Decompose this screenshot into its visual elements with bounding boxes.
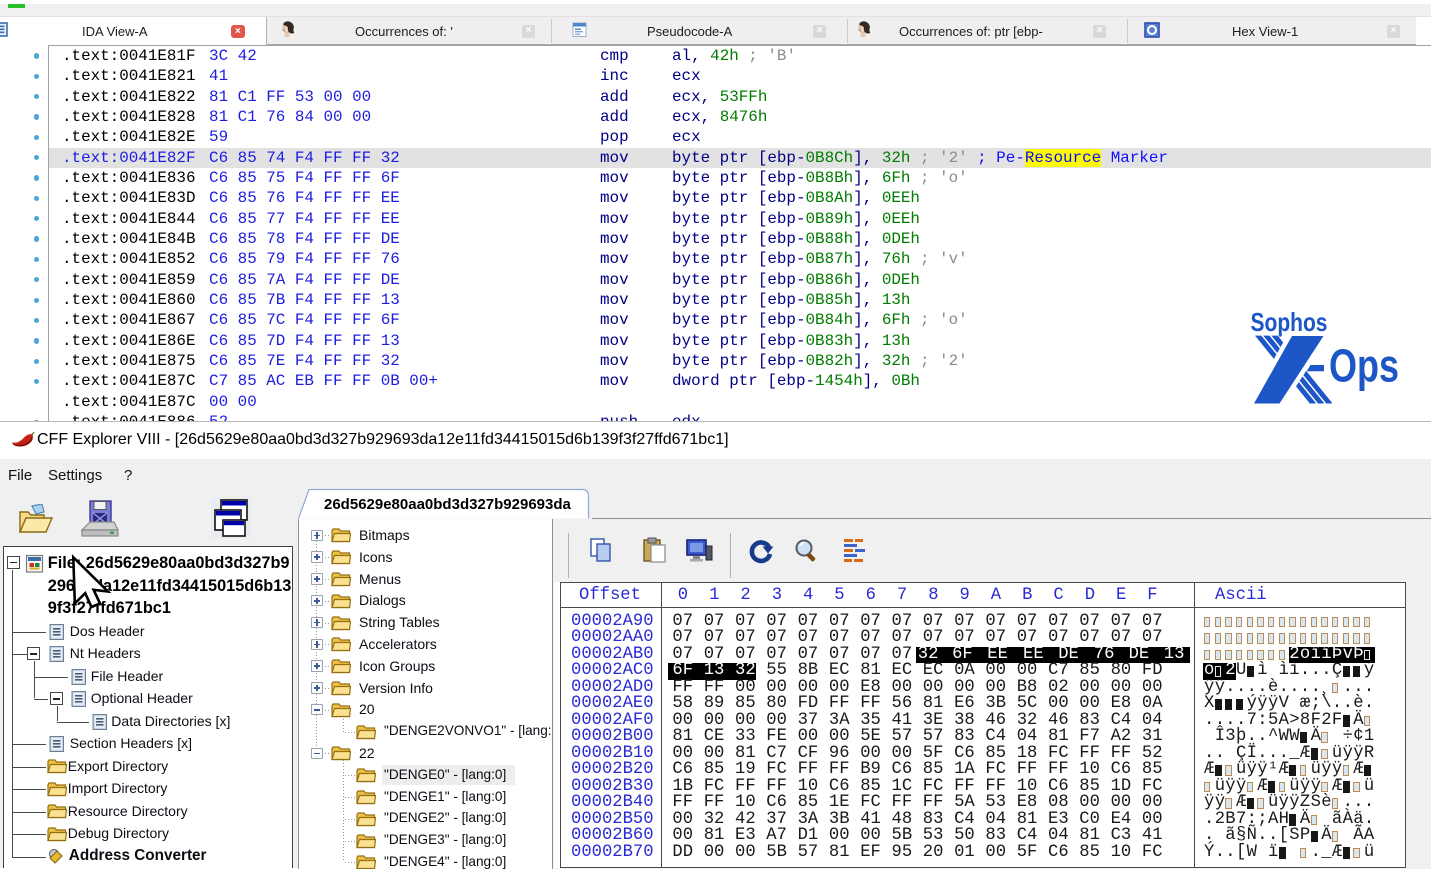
- svg-text:Ops: Ops: [1329, 340, 1399, 392]
